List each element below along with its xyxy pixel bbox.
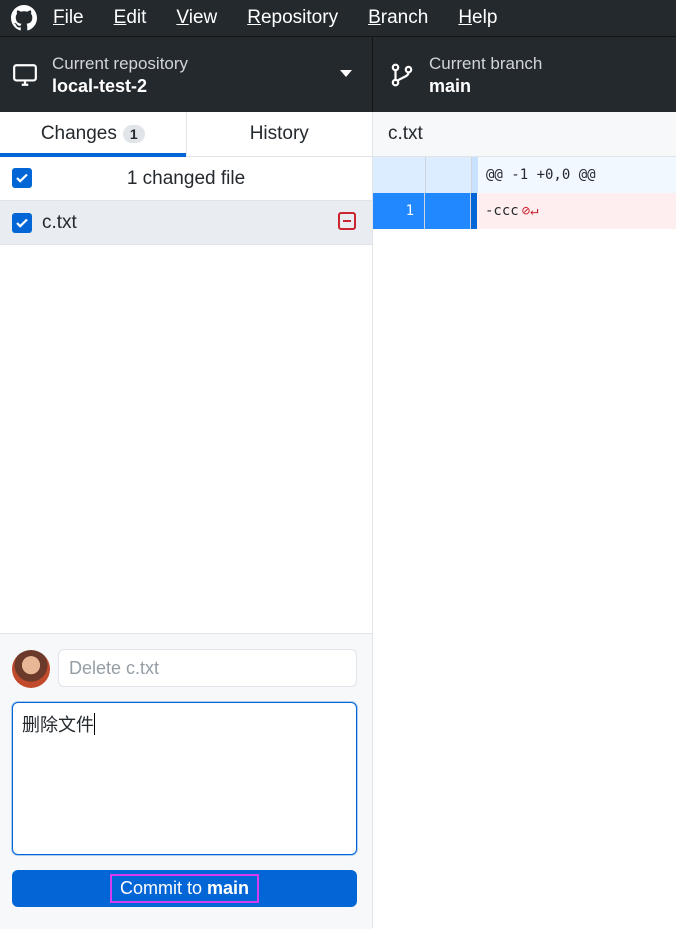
- new-line-number[interactable]: [425, 193, 471, 229]
- diff-panel: c.txt @@ -1 +0,0 @@ 1 -ccc ⊘↵: [373, 112, 676, 928]
- hunk-header-text: @@ -1 +0,0 @@: [478, 157, 676, 193]
- file-deleted-icon: [338, 212, 356, 230]
- new-line-gutter: [426, 157, 472, 193]
- branch-name: main: [429, 76, 472, 96]
- tab-history[interactable]: History: [185, 112, 373, 156]
- desktop-computer-icon: [13, 64, 37, 86]
- old-line-number[interactable]: 1: [373, 193, 425, 229]
- repository-name: local-test-2: [52, 76, 148, 96]
- tab-history-label: History: [249, 123, 309, 144]
- git-branch-icon: [391, 63, 413, 87]
- changes-count-badge: 1: [122, 125, 145, 143]
- changed-files-header: 1 changed file: [0, 157, 372, 201]
- diff-hunk-header: @@ -1 +0,0 @@: [373, 157, 676, 193]
- menu-view[interactable]: View: [176, 7, 217, 29]
- toolbar: Current repository local-test-2 Current …: [0, 36, 676, 113]
- diff-file-title: c.txt: [373, 112, 676, 157]
- menu-edit[interactable]: Edit: [114, 7, 147, 29]
- chevron-down-icon: [340, 70, 352, 77]
- repository-caption: Current repository: [52, 54, 189, 73]
- checkmark-icon: [16, 173, 28, 183]
- text-cursor: [94, 713, 95, 735]
- select-all-checkbox[interactable]: [12, 168, 32, 188]
- menu-help[interactable]: Help: [458, 7, 497, 29]
- commit-button-label: Commit to main: [109, 874, 260, 903]
- changes-panel: Changes 1 History 1 changed file c.txt 删…: [0, 112, 373, 929]
- tab-changes-label: Changes: [40, 123, 117, 144]
- changed-file-row[interactable]: c.txt: [0, 201, 372, 245]
- changed-files-count: 1 changed file: [126, 167, 246, 189]
- avatar: [12, 650, 50, 688]
- file-include-checkbox[interactable]: [12, 212, 32, 233]
- menu-branch[interactable]: Branch: [368, 7, 428, 29]
- current-repository-button[interactable]: Current repository local-test-2: [0, 37, 373, 113]
- checkmark-icon: [16, 218, 28, 228]
- commit-summary-input[interactable]: [58, 649, 357, 687]
- commit-branch-name: main: [207, 878, 250, 898]
- commit-description-text: 删除文件: [22, 715, 94, 735]
- menu-repository[interactable]: Repository: [247, 7, 338, 29]
- menu-bar: File Edit View Repository Branch Help: [0, 0, 676, 36]
- diff-deleted-line[interactable]: 1 -ccc ⊘↵: [373, 193, 676, 229]
- no-newline-icon: ⊘↵: [521, 203, 539, 219]
- commit-description-input[interactable]: 删除文件: [12, 702, 357, 855]
- diff-line-code: -ccc ⊘↵: [477, 193, 676, 229]
- file-name: c.txt: [42, 211, 77, 233]
- commit-form: 删除文件 Commit to main: [0, 633, 372, 929]
- old-line-gutter: [373, 157, 426, 193]
- current-branch-button[interactable]: Current branch main: [373, 37, 676, 113]
- commit-button[interactable]: Commit to main: [12, 870, 357, 907]
- diff-line-text: -ccc: [485, 203, 519, 219]
- github-logo-icon: [11, 5, 37, 31]
- menu-file[interactable]: File: [53, 7, 84, 29]
- branch-caption: Current branch: [429, 54, 543, 73]
- tab-bar: Changes 1 History: [0, 112, 372, 157]
- tab-changes[interactable]: Changes 1: [0, 112, 186, 157]
